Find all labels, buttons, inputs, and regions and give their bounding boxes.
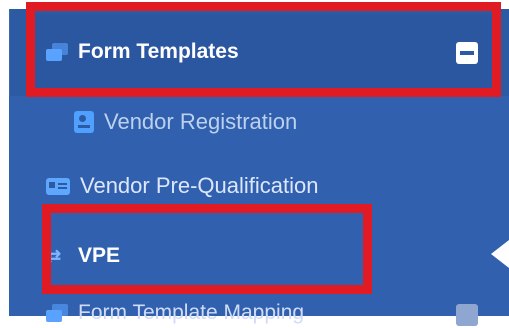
sidebar-item-vendor-pre-qualification[interactable]: Vendor Pre-Qualification [46, 168, 318, 204]
sidebar-group-label: Form Template Mapping [78, 301, 305, 324]
sidebar-item-vendor-registration[interactable]: Vendor Registration [74, 104, 297, 140]
highlight-box-form-templates [26, 2, 501, 97]
vcard-icon [74, 111, 94, 133]
highlight-box-vpe [42, 204, 372, 294]
expand-icon[interactable] [456, 304, 478, 326]
sidebar-item-label: Vendor Pre-Qualification [80, 173, 319, 198]
id-card-icon [46, 177, 70, 195]
screenshot-frame: Form Templates Vendor Registration Vendo… [0, 0, 509, 326]
sidebar-item-label: Vendor Registration [104, 109, 298, 134]
left-margin [0, 0, 9, 316]
layers-icon [46, 304, 68, 322]
active-item-caret [491, 240, 509, 268]
sidebar-group-form-template-mapping[interactable]: Form Template Mapping [46, 298, 304, 328]
